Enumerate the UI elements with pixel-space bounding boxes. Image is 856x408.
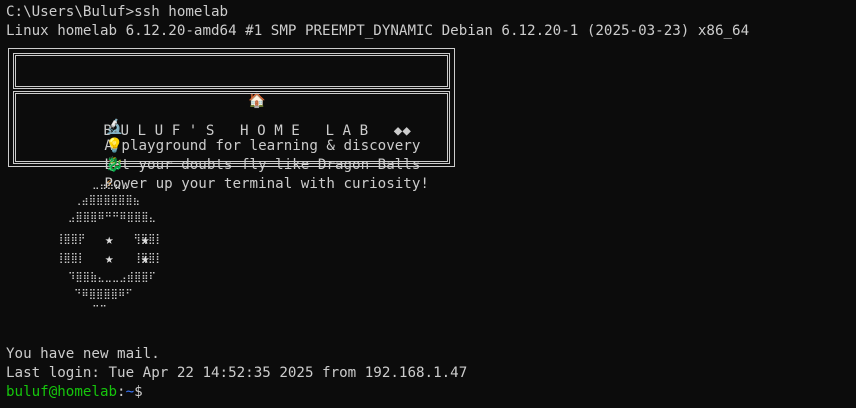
last-login-line: Last login: Tue Apr 22 14:52:35 2025 fro… — [6, 365, 468, 381]
banner-line-2: 💡 Let your doubts fly like Dragon Balls … — [36, 118, 429, 192]
kernel-info-line: Linux homelab 6.12.20-amd64 #1 SMP PREEM… — [6, 23, 750, 39]
star-icon: ★ — [105, 251, 114, 267]
art-row: ⣀⣤⣤⣤⣀ — [56, 179, 129, 190]
shell-prompt[interactable]: buluf@homelab:~$ — [6, 383, 143, 402]
star-icon: ★ — [141, 232, 150, 248]
banner-line-1: 🔬 A playground for learning & discovery — [36, 99, 420, 154]
banner-line-3: 🐉 Power up your terminal with curiosity! — [36, 137, 429, 192]
dragon-icon: 🐉 — [105, 157, 124, 173]
prompt-symbol: $ — [134, 384, 143, 400]
banner-title-box: 🏠 B U L U F ' S H O M E L A B ◆◆ — [13, 53, 450, 139]
art-row: ⠹⣿⣿⣷⣄⣀⣀⣠⣾⣿⣿⠏ — [62, 272, 156, 283]
prompt-separator: : — [117, 384, 126, 400]
prompt-path: ~ — [125, 384, 135, 400]
motd-banner: 🏠 B U L U F ' S H O M E L A B ◆◆ 🔬 A pla… — [8, 48, 455, 192]
command-line: C:\Users\Buluf>ssh homelab — [6, 4, 229, 20]
star-icon: ★ — [141, 251, 150, 267]
terminal-window[interactable]: C:\Users\Buluf>ssh homelab Linux homelab… — [0, 0, 856, 408]
art-row: ⣠⣿⣿⣿⠿⠛⠛⠿⣿⣿⣿⣄ — [56, 212, 156, 223]
art-row: ⠙⠿⣿⣿⣿⣿⠿⠋ — [56, 289, 133, 300]
mail-notice: You have new mail. — [6, 346, 160, 362]
banner-body-box: 🔬 A playground for learning & discovery … — [13, 91, 450, 192]
art-row: ⢀⣴⣿⣿⣿⣿⣿⣿⣦ — [56, 195, 140, 206]
prompt-user-host: buluf@homelab — [6, 384, 118, 400]
ascii-art-logo: ⣀⣤⣤⣤⣀ ⢀⣴⣿⣿⣿⣿⣿⣿⣦ ⣠⣿⣿⣿⠿⠛⠛⠿⣿⣿⣿⣄ ⢸⣿⣿⡟ ⢻⣿⣿⡇ ⢸… — [56, 180, 206, 316]
banner-line-text: Let your doubts fly like Dragon Balls — [104, 157, 429, 173]
art-row: ⠉⠉ — [56, 305, 107, 316]
star-icon: ★ — [105, 232, 114, 248]
